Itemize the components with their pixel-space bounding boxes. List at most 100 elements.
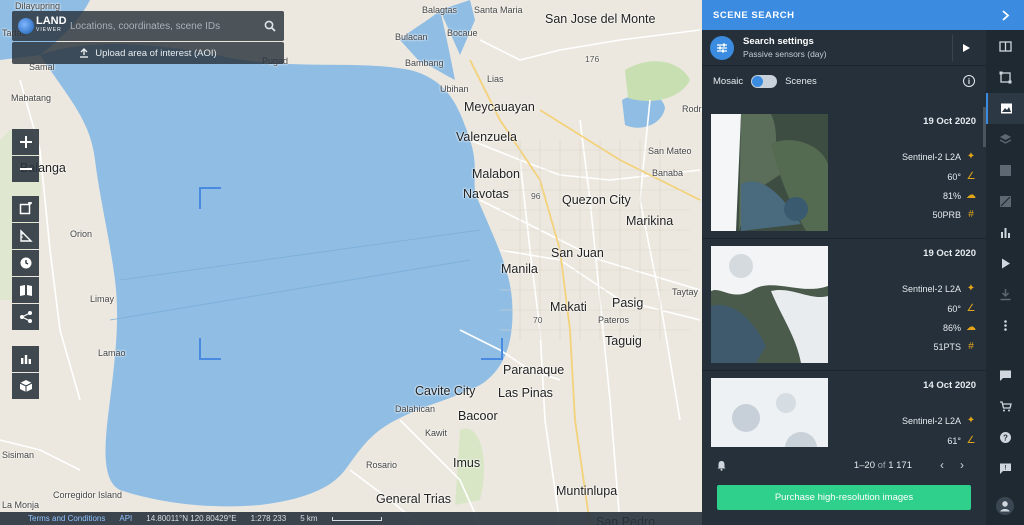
rail-cart[interactable] [986,391,1024,422]
search-button[interactable] [256,11,284,41]
aoi-corner-bottom-left [199,338,221,360]
place-label: Banaba [652,168,684,178]
play-icon [1001,258,1010,269]
bar-chart-icon [20,355,31,364]
scale-bar [331,516,382,521]
rail-help[interactable]: ? [986,422,1024,453]
place-label: Makati [550,300,587,314]
time-info-button[interactable] [12,250,39,276]
svg-text:!: ! [1004,466,1006,472]
bell-icon[interactable] [716,460,727,471]
search-settings-row[interactable]: Search settings Passive sensors (day) [702,30,986,66]
place-label: Bulacan [395,32,428,42]
cursor-coordinates: 14.80011°N 120.80429°E [146,514,237,523]
info-icon[interactable]: i [963,75,975,87]
place-label: Muntinlupa [556,484,618,498]
map-canvas[interactable]: Dilayupring Balagtas Santa Maria San Jose d… [0,0,702,525]
search-settings-title: Search settings [743,36,814,47]
terms-link[interactable]: Terms and Conditions [28,514,105,523]
place-label: La Monja [2,500,40,510]
3d-view-button[interactable] [12,373,39,399]
scene-sensor: Sentinel-2 L2A ✦ [901,283,976,294]
svg-text:?: ? [1003,434,1008,443]
mosaic-scenes-toggle[interactable] [751,74,778,88]
measure-button[interactable] [12,223,39,249]
scene-sun-angle: 60° ∠ [947,303,976,314]
api-link[interactable]: API [119,514,132,523]
map-layers-button[interactable] [12,277,39,303]
landviewer-logo[interactable]: LAND VIEWER [12,11,70,41]
scene-cloud-cover: 81% ☁ [942,190,976,201]
scene-sensor: Sentinel-2 L2A ✦ [901,151,976,162]
place-label: Corregidor Island [53,490,123,500]
book-icon [19,285,32,296]
image-icon [1000,103,1012,114]
rail-band-combination[interactable] [986,155,1024,186]
grid-icon: # [968,341,974,352]
scene-cloud-cover: 86% ☁ [942,322,976,333]
place-label: General Trias [376,492,452,506]
place-label: Valenzuela [456,130,517,144]
rail-timelapse[interactable] [986,248,1024,279]
rail-statistics[interactable] [986,217,1024,248]
scene-date: 19 Oct 2020 [923,248,976,259]
place-label: Meycauayan [464,100,535,114]
place-label: San Jose del Monte [545,12,656,26]
collapse-panel-button[interactable] [986,0,1024,30]
place-label: Taytay [672,287,699,297]
rail-compare[interactable] [986,31,1024,62]
mosaic-label: Mosaic [713,75,744,87]
purchase-button[interactable]: Purchase high-resolution images [717,485,971,510]
rail-layers[interactable] [986,124,1024,155]
rail-download[interactable] [986,279,1024,310]
rail-more[interactable] [986,310,1024,341]
plus-icon [19,136,32,148]
rail-aoi[interactable] [986,62,1024,93]
rail-feedback[interactable]: ! [986,453,1024,484]
place-label: Cavite City [415,384,476,398]
scene-item[interactable]: 19 Oct 2020 Sentinel-2 L2A ✦ 60° ∠ 86% ☁ 51… [702,239,986,371]
cart-icon [999,401,1012,412]
zoom-in-button[interactable] [12,129,39,155]
right-tool-rail: ? ! [986,0,1024,525]
share-button[interactable] [12,304,39,330]
result-count: 1–20 of 1 171 [853,459,912,471]
cloud-icon: ☁ [966,322,976,333]
scene-item[interactable]: 14 Oct 2020 Sentinel-2 L2A ✦ 61° ∠ [702,371,986,447]
scene-thumbnail[interactable] [711,114,828,231]
scene-date: 19 Oct 2020 [923,116,976,127]
zoom-out-button[interactable] [12,156,39,182]
place-label: Mabatang [11,93,52,103]
scene-item[interactable]: 19 Oct 2020 Sentinel-2 L2A ✦ 60° ∠ 81% ☁ 50… [702,107,986,239]
rail-scene-search[interactable] [986,93,1024,124]
sliders-icon [710,35,734,60]
place-label: Sisiman [2,450,35,460]
search-input[interactable] [70,20,256,32]
scene-tile-id: 50PRB # [932,209,976,220]
upload-aoi-button[interactable]: Upload area of interest (AOI) [12,42,284,64]
next-page-button[interactable]: › [952,458,972,472]
satellite-icon: ✦ [966,415,976,426]
scene-thumbnail[interactable] [711,246,828,363]
rail-account[interactable] [986,490,1024,521]
place-label: Las Pinas [498,386,553,400]
search-settings-subtitle: Passive sensors (day) [743,49,827,59]
analytics-button[interactable] [12,346,39,372]
draw-aoi-button[interactable] [12,196,39,222]
place-label: Lamao [98,348,126,358]
globe-icon [18,18,34,34]
play-icon [962,43,970,52]
logo-subtext: VIEWER [36,27,62,33]
indices-icon [999,196,1011,207]
rail-indices[interactable] [986,186,1024,217]
scene-thumbnail[interactable] [711,378,828,447]
rail-comments[interactable] [986,360,1024,391]
run-search-button[interactable] [952,34,978,61]
upload-icon [80,48,89,58]
prev-page-button[interactable]: ‹ [932,458,952,472]
aoi-corner-bottom-right [481,338,503,360]
place-label: Manila [501,262,538,276]
minus-icon [19,168,32,170]
place-label: Dalahican [395,404,436,414]
scene-tile-id: 51PTS # [933,341,976,352]
